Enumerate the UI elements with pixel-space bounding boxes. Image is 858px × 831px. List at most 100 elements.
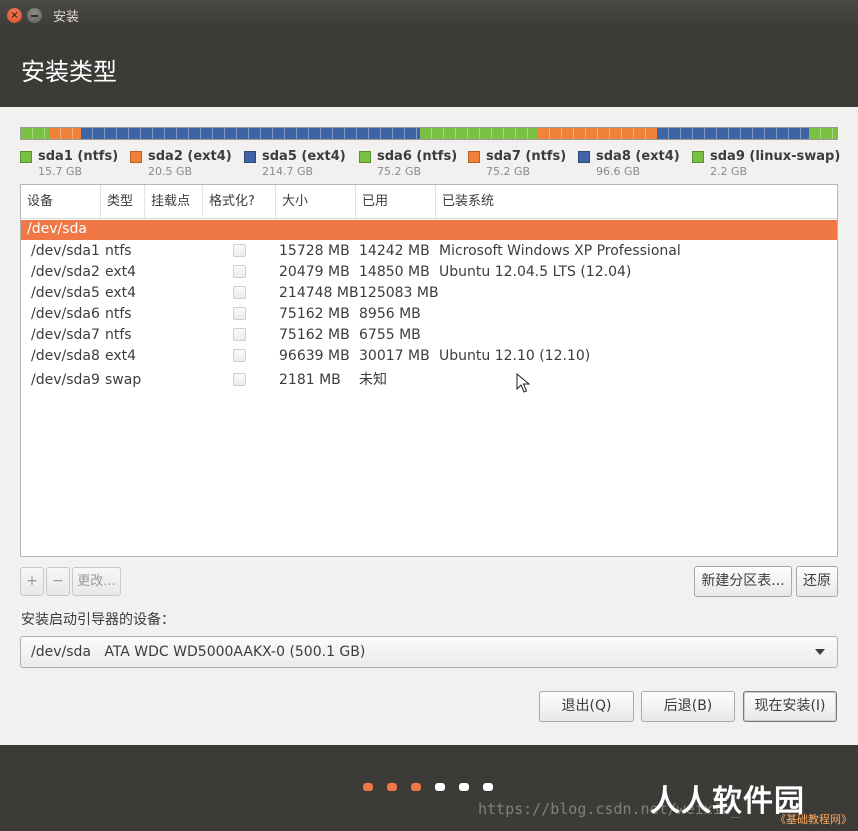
- legend-label: sda2 (ext4): [148, 149, 232, 164]
- install-now-button[interactable]: 现在安装(I): [743, 691, 837, 722]
- cell-device: /dev/sda2: [31, 264, 100, 280]
- progress-dot-active: [411, 783, 421, 791]
- cell-used: 125083 MB: [359, 285, 439, 301]
- table-header: 设备 类型 挂载点 格式化? 大小 已用 已装系统: [21, 185, 837, 219]
- selected-device-label: /dev/sda: [27, 221, 87, 237]
- legend-size: 214.7 GB: [262, 165, 314, 178]
- cell-type: ext4: [105, 348, 137, 364]
- cell-type: swap: [105, 372, 142, 388]
- new-partition-table-button[interactable]: 新建分区表...: [694, 566, 792, 597]
- column-header-format[interactable]: 格式化?: [203, 185, 276, 219]
- column-header-type[interactable]: 类型: [101, 185, 145, 219]
- cell-device: /dev/sda7: [31, 327, 100, 343]
- column-header-mount[interactable]: 挂载点: [145, 185, 203, 219]
- cell-used: 未知: [359, 372, 387, 388]
- format-checkbox[interactable]: [233, 307, 246, 320]
- progress-dot-active: [387, 783, 397, 791]
- partition-bar: [20, 127, 838, 140]
- cell-used: 14850 MB: [359, 264, 430, 280]
- partition-segment-sda8: [656, 128, 810, 139]
- legend-swatch: [130, 151, 142, 163]
- format-checkbox[interactable]: [233, 265, 246, 278]
- watermark-logo-sub: 《基础教程网》: [775, 813, 852, 826]
- partition-segment-sda6: [419, 128, 539, 139]
- column-header-device[interactable]: 设备: [21, 185, 101, 219]
- page-header: 安装类型: [0, 30, 858, 107]
- remove-partition-button[interactable]: −: [46, 567, 70, 596]
- format-checkbox[interactable]: [233, 286, 246, 299]
- mouse-cursor-icon: [516, 373, 530, 393]
- chevron-down-icon: [815, 649, 825, 655]
- legend-label: sda6 (ntfs): [377, 149, 458, 164]
- table-row-selected[interactable]: /dev/sda: [21, 220, 837, 240]
- revert-button[interactable]: 还原: [796, 566, 838, 597]
- legend-swatch: [20, 151, 32, 163]
- progress-dots: [363, 783, 493, 791]
- progress-dot-active: [363, 783, 373, 791]
- progress-dot-inactive: [483, 783, 493, 791]
- legend-size: 20.5 GB: [148, 165, 193, 178]
- bootloader-label: 安装启动引导器的设备：: [21, 612, 175, 628]
- cell-type: ntfs: [105, 306, 132, 322]
- legend-label: sda5 (ext4): [262, 149, 346, 164]
- partition-segment-sda9: [809, 128, 837, 139]
- format-checkbox[interactable]: [233, 373, 246, 386]
- cell-size: 75162 MB: [279, 327, 350, 343]
- legend-swatch: [244, 151, 256, 163]
- table-row[interactable]: /dev/sda8 ext4 96639 MB 30017 MB Ubuntu 12.1…: [21, 346, 837, 367]
- partition-segment-sda1: [21, 128, 49, 139]
- partition-segment-sda5: [80, 128, 420, 139]
- cell-used: 6755 MB: [359, 327, 421, 343]
- cell-type: ntfs: [105, 243, 132, 259]
- column-header-size[interactable]: 大小: [276, 185, 356, 219]
- cell-device: /dev/sda5: [31, 285, 100, 301]
- quit-button[interactable]: 退出(Q): [539, 691, 634, 722]
- progress-dot-inactive: [435, 783, 445, 791]
- format-checkbox[interactable]: [233, 349, 246, 362]
- cell-device: /dev/sda1: [31, 243, 100, 259]
- cell-type: ext4: [105, 285, 137, 301]
- legend-size: 2.2 GB: [710, 165, 748, 178]
- add-partition-button[interactable]: +: [20, 567, 44, 596]
- table-row[interactable]: /dev/sda5 ext4 214748 MB 125083 MB: [21, 283, 837, 304]
- table-row[interactable]: /dev/sda2 ext4 20479 MB 14850 MB Ubuntu 12.0…: [21, 262, 837, 283]
- cell-device: /dev/sda6: [31, 306, 100, 322]
- window-title: 安装: [53, 9, 80, 25]
- cell-used: 8956 MB: [359, 306, 421, 322]
- close-window-button[interactable]: ×: [7, 7, 22, 23]
- window-titlebar: × 安装: [0, 0, 858, 30]
- legend-label: sda8 (ext4): [596, 149, 680, 164]
- legend-swatch: [578, 151, 590, 163]
- table-row[interactable]: /dev/sda1 ntfs 15728 MB 14242 MB Microsoft W…: [21, 241, 837, 262]
- table-row[interactable]: /dev/sda9 swap 2181 MB 未知: [21, 370, 837, 391]
- legend-swatch: [359, 151, 371, 163]
- legend-label: sda7 (ntfs): [486, 149, 567, 164]
- format-checkbox[interactable]: [233, 244, 246, 257]
- minimize-window-button[interactable]: [27, 7, 42, 23]
- legend-swatch: [468, 151, 480, 163]
- cell-size: 96639 MB: [279, 348, 350, 364]
- column-header-used[interactable]: 已用: [356, 185, 436, 219]
- cell-device: /dev/sda9: [31, 372, 100, 388]
- table-row[interactable]: /dev/sda6 ntfs 75162 MB 8956 MB: [21, 304, 837, 325]
- partition-segment-sda2: [48, 128, 81, 139]
- legend-size: 75.2 GB: [377, 165, 422, 178]
- cell-system: Ubuntu 12.04.5 LTS (12.04): [439, 264, 632, 280]
- bootloader-device-value: /dev/sda ATA WDC WD5000AAKX-0 (500.1 GB): [31, 644, 366, 660]
- bootloader-device-select[interactable]: /dev/sda ATA WDC WD5000AAKX-0 (500.1 GB): [20, 636, 838, 668]
- partition-segment-sda7: [538, 128, 657, 139]
- partition-table[interactable]: 设备 类型 挂载点 格式化? 大小 已用 已装系统 /dev/sda /dev/…: [20, 184, 838, 557]
- cell-size: 75162 MB: [279, 306, 350, 322]
- legend-size: 75.2 GB: [486, 165, 531, 178]
- change-partition-button[interactable]: 更改...: [72, 567, 121, 596]
- column-header-system[interactable]: 已装系统: [436, 185, 837, 219]
- cell-system: Microsoft Windows XP Professional: [439, 243, 681, 259]
- cell-type: ntfs: [105, 327, 132, 343]
- cell-type: ext4: [105, 264, 137, 280]
- legend-swatch: [692, 151, 704, 163]
- legend-size: 96.6 GB: [596, 165, 641, 178]
- back-button[interactable]: 后退(B): [641, 691, 735, 722]
- table-row[interactable]: /dev/sda7 ntfs 75162 MB 6755 MB: [21, 325, 837, 346]
- format-checkbox[interactable]: [233, 328, 246, 341]
- cell-size: 2181 MB: [279, 372, 341, 388]
